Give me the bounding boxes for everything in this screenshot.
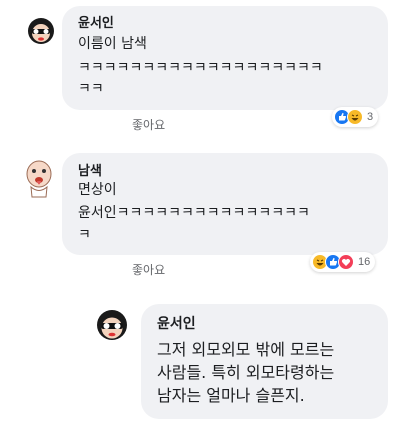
comment-author[interactable]: 남색 bbox=[78, 160, 102, 179]
avatar[interactable] bbox=[24, 12, 58, 46]
comment-line: 그저 외모외모 밖에 모르는 bbox=[157, 340, 335, 359]
comment-line: ㅋㅋ bbox=[78, 81, 104, 97]
reaction-summary[interactable]: 3 bbox=[332, 107, 379, 127]
comment-line: 사람들. 특히 외모타령하는 bbox=[157, 363, 335, 382]
comment-line: 남자는 얼마나 슬픈지. bbox=[157, 386, 305, 405]
avatar[interactable] bbox=[92, 303, 132, 343]
like-link[interactable]: 좋아요 bbox=[132, 261, 165, 278]
avatar[interactable] bbox=[22, 158, 56, 198]
comment-line: ㅋㅋㅋㅋㅋㅋㅋㅋㅋㅋㅋㅋㅋㅋㅋㅋㅋㅋㅋ bbox=[78, 60, 323, 76]
comment-line: 윤서인ㅋㅋㅋㅋㅋㅋㅋㅋㅋㅋㅋㅋㅋㅋㅋ bbox=[78, 205, 310, 221]
reaction-count: 3 bbox=[367, 111, 374, 123]
avatar-illustration bbox=[24, 12, 58, 46]
comment-line: ㅋ bbox=[78, 227, 91, 243]
love-reaction-icon bbox=[338, 254, 354, 270]
comment-author[interactable]: 윤서인 bbox=[78, 12, 114, 31]
comment-line: 면상이 bbox=[78, 182, 117, 198]
avatar-illustration bbox=[92, 303, 132, 343]
reaction-summary[interactable]: 16 bbox=[310, 252, 376, 272]
haha-reaction-icon bbox=[347, 109, 363, 125]
avatar-illustration bbox=[22, 158, 56, 198]
comment-author[interactable]: 윤서인 bbox=[157, 313, 196, 333]
like-link[interactable]: 좋아요 bbox=[132, 116, 165, 133]
comment-line: 이름이 남색 bbox=[78, 36, 147, 52]
reaction-count: 16 bbox=[358, 256, 371, 268]
